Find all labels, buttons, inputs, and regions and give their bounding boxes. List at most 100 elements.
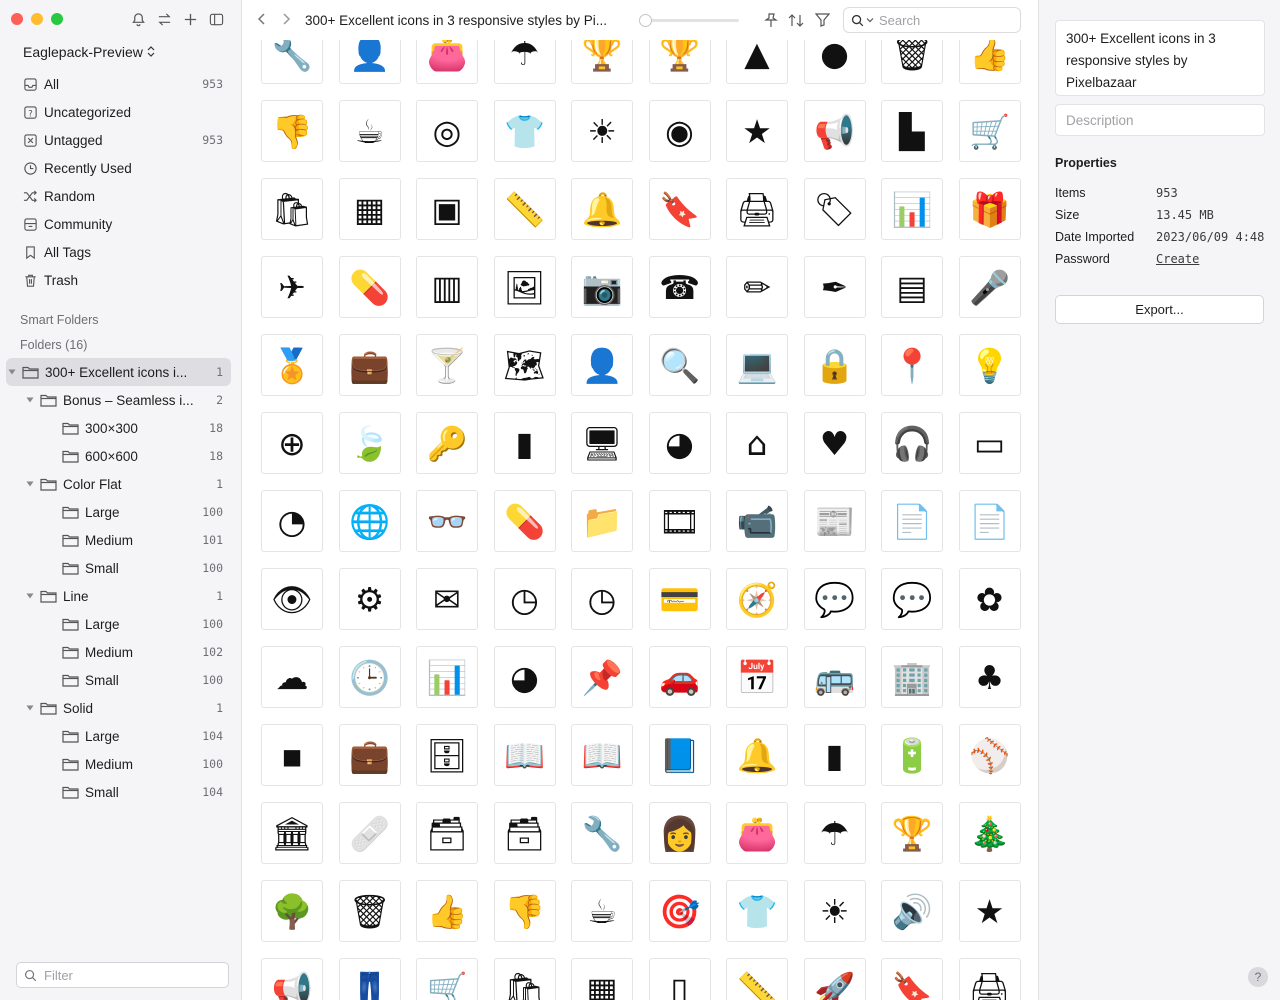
icon-thumbnail[interactable]: 🗄 (416, 724, 478, 786)
sort-icon[interactable] (788, 12, 804, 28)
icon-thumbnail[interactable]: ◎ (416, 100, 478, 162)
icon-thumbnail[interactable]: 🗃 (493, 802, 556, 864)
icon-thumbnail[interactable]: 🌐 (338, 490, 401, 552)
disclosure-open-icon[interactable] (25, 479, 35, 489)
folders-heading[interactable]: Folders (16) (20, 338, 87, 352)
icon-thumbnail[interactable]: 📄 (881, 490, 943, 552)
icon-thumbnail[interactable]: 👎 (493, 880, 556, 942)
disclosure-open-icon[interactable] (25, 591, 35, 601)
icon-thumbnail[interactable]: ◷ (571, 568, 633, 630)
icon-thumbnail[interactable]: 🖼 (493, 256, 556, 318)
close-window-button[interactable] (11, 13, 23, 25)
folder-row[interactable]: Large 104 (0, 722, 242, 750)
icon-thumbnail[interactable]: 🍸 (416, 334, 478, 396)
icon-thumbnail[interactable]: 🚌 (803, 646, 866, 708)
folder-row[interactable]: Color Flat 1 (0, 470, 242, 498)
icon-thumbnail[interactable]: 💼 (338, 334, 401, 396)
folder-row[interactable]: Small 104 (0, 778, 242, 806)
icon-thumbnail[interactable]: ◔ (261, 490, 323, 552)
icon-thumbnail[interactable]: 💬 (803, 568, 866, 630)
sidebar-item-recently-used[interactable]: Recently Used (0, 154, 242, 182)
icon-thumbnail[interactable]: 🎤 (958, 256, 1021, 318)
icon-thumbnail[interactable]: 🌳 (261, 880, 323, 942)
icon-thumbnail[interactable]: 🏆 (571, 40, 633, 84)
thumbnail-size-slider[interactable] (639, 14, 739, 27)
icon-thumbnail[interactable]: 📷 (571, 256, 633, 318)
folder-row[interactable]: Small 100 (0, 666, 242, 694)
icon-thumbnail[interactable]: ▣ (416, 178, 478, 240)
zoom-window-button[interactable] (51, 13, 63, 25)
slider-knob[interactable] (639, 14, 652, 27)
icon-thumbnail[interactable]: 💻 (726, 334, 788, 396)
icon-thumbnail[interactable]: 📄 (958, 490, 1021, 552)
icon-thumbnail[interactable]: ✏ (726, 256, 788, 318)
icon-thumbnail[interactable]: ▤ (881, 256, 943, 318)
icon-thumbnail[interactable]: 📘 (648, 724, 711, 786)
folder-row[interactable]: Medium 100 (0, 750, 242, 778)
icon-thumbnail[interactable]: 🔖 (648, 178, 711, 240)
icon-thumbnail[interactable]: 🎞 (648, 490, 711, 552)
pin-icon[interactable] (763, 12, 779, 28)
smart-folders-heading[interactable]: Smart Folders (20, 313, 99, 327)
icon-thumbnail[interactable]: ✉ (416, 568, 478, 630)
icon-thumbnail[interactable]: ✿ (958, 568, 1021, 630)
icon-thumbnail[interactable]: 💼 (338, 724, 401, 786)
bell-icon[interactable] (130, 11, 146, 27)
folder-row[interactable]: 600×600 18 (0, 442, 242, 470)
icon-thumbnail[interactable]: 🛒 (958, 100, 1021, 162)
icon-thumbnail[interactable]: 🚀 (803, 958, 866, 1000)
sync-icon[interactable] (156, 11, 172, 27)
icon-thumbnail[interactable]: ▦ (338, 178, 401, 240)
icon-thumbnail[interactable]: 🧭 (726, 568, 788, 630)
icon-thumbnail[interactable]: 📢 (803, 100, 866, 162)
icon-thumbnail[interactable]: 🩹 (338, 802, 401, 864)
sidebar-toggle-icon[interactable] (208, 11, 224, 27)
icon-thumbnail[interactable]: 🗃 (416, 802, 478, 864)
icon-thumbnail[interactable]: ⚾ (958, 724, 1021, 786)
icon-thumbnail[interactable]: ▮ (493, 412, 556, 474)
icon-thumbnail[interactable]: 📰 (803, 490, 866, 552)
icon-thumbnail[interactable]: 📌 (571, 646, 633, 708)
sidebar-item-community[interactable]: Community (0, 210, 242, 238)
help-button[interactable]: ? (1248, 967, 1268, 987)
icon-thumbnail[interactable]: 🏆 (648, 40, 711, 84)
icon-thumbnail[interactable]: 👛 (726, 802, 788, 864)
icon-thumbnail[interactable]: 🛒 (416, 958, 478, 1000)
icon-thumbnail[interactable]: ▮ (803, 724, 866, 786)
description-field[interactable]: Description (1055, 104, 1265, 136)
filter-icon[interactable] (814, 12, 830, 28)
icon-thumbnail[interactable]: 🏷 (803, 178, 866, 240)
icon-thumbnail[interactable]: ☕ (571, 880, 633, 942)
icon-thumbnail[interactable]: 👍 (416, 880, 478, 942)
icon-thumbnail[interactable]: 🕒 (338, 646, 401, 708)
icon-thumbnail[interactable]: ▲ (726, 40, 788, 84)
icon-thumbnail[interactable]: 💬 (881, 568, 943, 630)
icon-thumbnail[interactable]: 👕 (493, 100, 556, 162)
icon-thumbnail[interactable]: 💳 (648, 568, 711, 630)
icon-thumbnail[interactable]: ✒ (803, 256, 866, 318)
icon-thumbnail[interactable]: 🔔 (726, 724, 788, 786)
icon-thumbnail[interactable]: ⊕ (261, 412, 323, 474)
icon-thumbnail[interactable]: ☀ (571, 100, 633, 162)
icon-thumbnail[interactable]: 👛 (416, 40, 478, 84)
icon-thumbnail[interactable]: 🗑 (881, 40, 943, 84)
icon-thumbnail[interactable]: 👍 (958, 40, 1021, 84)
icon-thumbnail[interactable]: 👓 (416, 490, 478, 552)
icon-thumbnail[interactable]: 📏 (726, 958, 788, 1000)
icon-thumbnail[interactable]: ⚙ (338, 568, 401, 630)
icon-thumbnail[interactable]: 🗑 (338, 880, 401, 942)
icon-thumbnail[interactable]: 🎁 (958, 178, 1021, 240)
sidebar-item-untagged[interactable]: Untagged 953 (0, 126, 242, 154)
icon-thumbnail[interactable]: 📏 (493, 178, 556, 240)
icon-thumbnail[interactable]: ▙ (881, 100, 943, 162)
icon-thumbnail[interactable]: 📖 (493, 724, 556, 786)
icon-thumbnail[interactable]: 🏢 (881, 646, 943, 708)
folder-row[interactable]: Medium 102 (0, 638, 242, 666)
icon-thumbnail[interactable]: 👎 (261, 100, 323, 162)
icon-thumbnail[interactable]: 🗺 (493, 334, 556, 396)
icon-thumbnail[interactable]: 📢 (261, 958, 323, 1000)
icon-thumbnail[interactable]: 🎯 (648, 880, 711, 942)
icon-thumbnail[interactable]: ▦ (571, 958, 633, 1000)
icon-thumbnail[interactable]: ● (803, 40, 866, 84)
icon-thumbnail[interactable]: 📊 (881, 178, 943, 240)
